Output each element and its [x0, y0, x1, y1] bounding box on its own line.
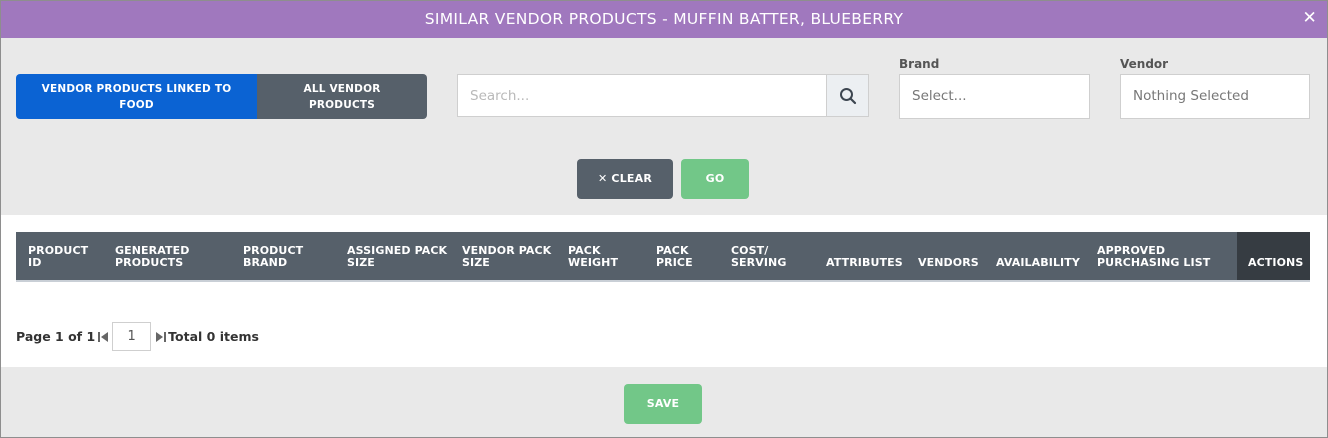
column-header-pack-weight[interactable]: PACK WEIGHT [556, 232, 644, 280]
pagination: Page 1 of 1 1 Total 0 items [16, 321, 259, 352]
column-header-product-id[interactable]: PRODUCT ID [16, 232, 103, 280]
column-header-assigned-pack-size[interactable]: ASSIGNED PACK SIZE [335, 232, 450, 280]
column-header-approved-purchasing-list[interactable]: APPROVED PURCHASING LIST [1085, 232, 1237, 280]
column-header-vendor-pack-size[interactable]: VENDOR PACK SIZE [450, 232, 556, 280]
page-indicator: Page 1 of 1 [16, 329, 96, 344]
vendor-label: Vendor [1120, 57, 1169, 71]
total-items: Total 0 items [168, 329, 259, 344]
dialog-titlebar: SIMILAR VENDOR PRODUCTS - MUFFIN BATTER,… [1, 1, 1327, 38]
vendor-select[interactable]: Nothing Selected [1120, 74, 1310, 119]
column-header-generated-products[interactable]: GENERATED PRODUCTS [103, 232, 231, 280]
search-box [457, 74, 869, 117]
column-header-product-brand[interactable]: PRODUCT BRAND [231, 232, 335, 280]
close-icon[interactable]: ✕ [1302, 1, 1317, 38]
dialog-title: SIMILAR VENDOR PRODUCTS - MUFFIN BATTER,… [424, 10, 904, 28]
column-header-actions: ACTIONS [1237, 232, 1310, 280]
all-vendor-products-tab[interactable]: ALL VENDOR PRODUCTS [257, 74, 427, 119]
first-page-icon[interactable] [98, 331, 109, 343]
save-button[interactable]: SAVE [624, 384, 702, 424]
column-header-availability[interactable]: AVAILABILITY [984, 232, 1085, 280]
search-button[interactable] [826, 75, 868, 116]
column-header-attributes[interactable]: ATTRIBUTES [814, 232, 906, 280]
table-header: PRODUCT ID GENERATED PRODUCTS PRODUCT BR… [16, 232, 1310, 282]
column-header-pack-price[interactable]: PACK PRICE [644, 232, 719, 280]
similar-products-dialog: SIMILAR VENDOR PRODUCTS - MUFFIN BATTER,… [0, 0, 1328, 438]
vendor-products-linked-tab[interactable]: VENDOR PRODUCTS LINKED TO FOOD [16, 74, 257, 119]
search-icon [839, 87, 856, 104]
results-panel: PRODUCT ID GENERATED PRODUCTS PRODUCT BR… [1, 215, 1327, 367]
brand-label: Brand [899, 57, 940, 71]
last-page-icon[interactable] [156, 331, 167, 343]
product-scope-toggle: VENDOR PRODUCTS LINKED TO FOOD ALL VENDO… [16, 74, 427, 119]
search-input[interactable] [458, 75, 826, 116]
page-number-input[interactable]: 1 [112, 322, 152, 351]
clear-button[interactable]: ✕ CLEAR [577, 159, 673, 199]
go-button[interactable]: GO [681, 159, 749, 199]
brand-select[interactable]: Select... [899, 74, 1090, 119]
column-header-vendors[interactable]: VENDORS [906, 232, 984, 280]
column-header-cost-serving[interactable]: COST/ SERVING [719, 232, 814, 280]
